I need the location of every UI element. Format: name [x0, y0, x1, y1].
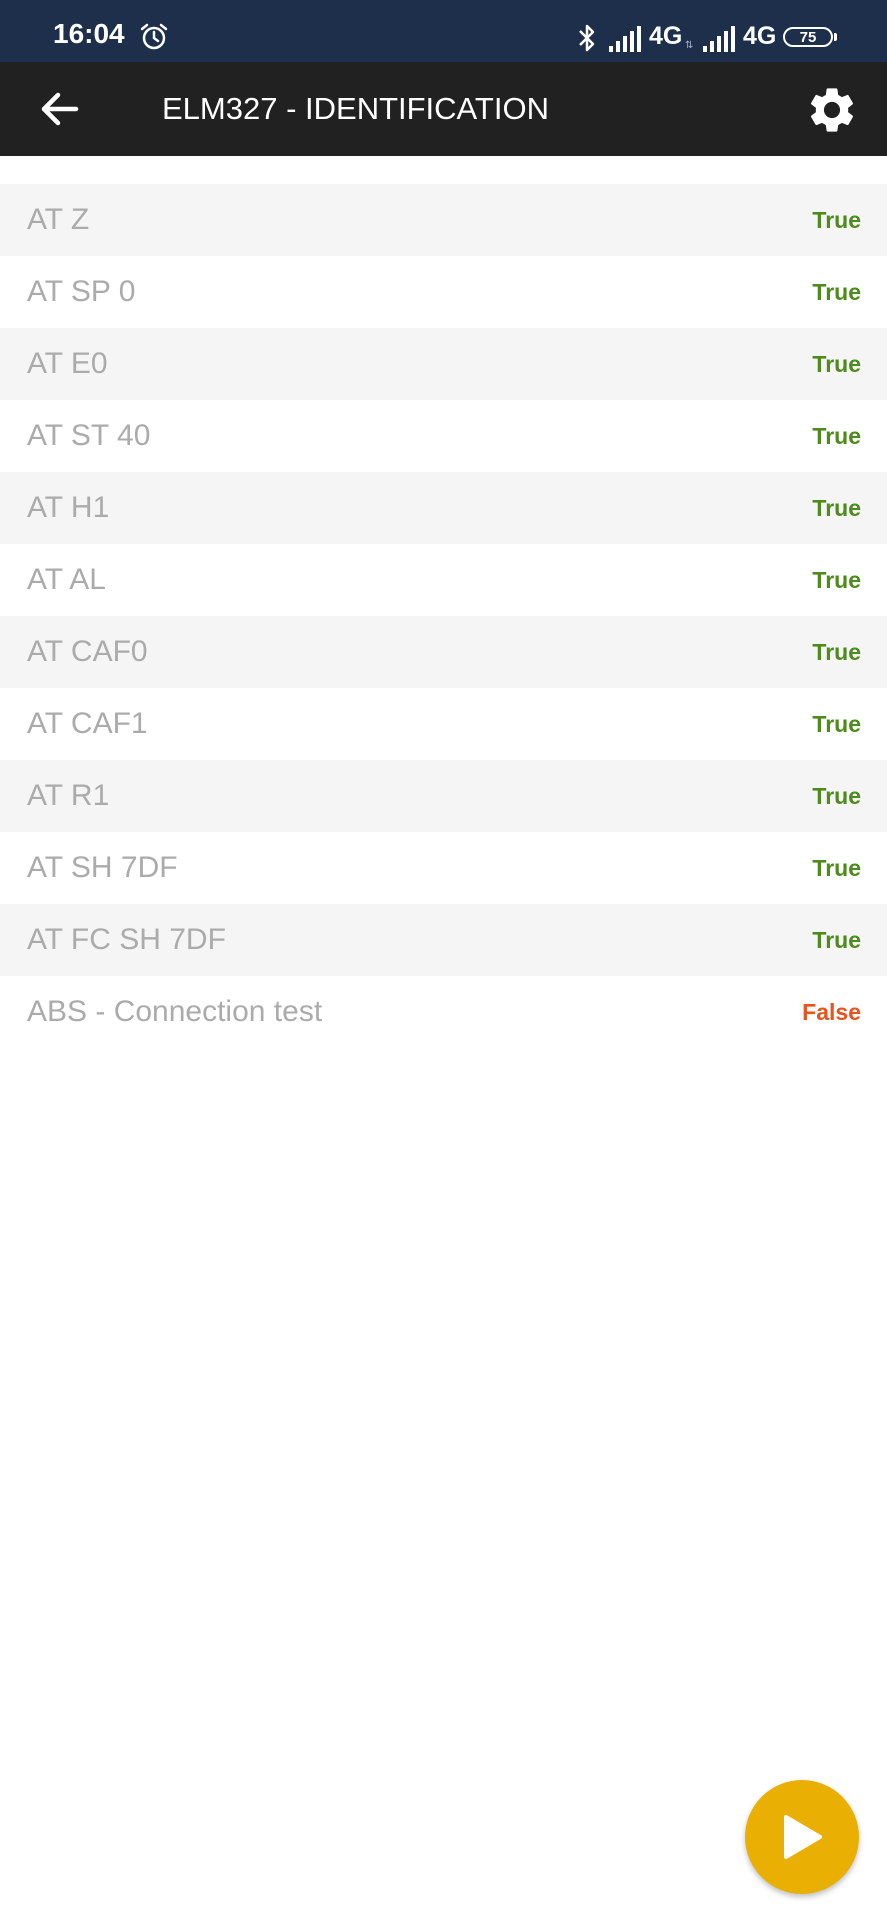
- result-label: True: [812, 855, 861, 881]
- command-label: AT E0: [27, 347, 108, 380]
- list-item: AT AL True: [0, 544, 887, 616]
- play-icon: [784, 1815, 822, 1859]
- signal-icon: [703, 26, 735, 52]
- command-label: AT SH 7DF: [27, 851, 178, 884]
- data-activity-indicator: ⇅: [685, 40, 694, 51]
- command-label: AT CAF0: [27, 635, 148, 668]
- result-label: True: [812, 783, 861, 809]
- command-label: AT ST 40: [27, 419, 151, 452]
- result-label: True: [812, 423, 861, 449]
- command-label: AT Z: [27, 203, 90, 236]
- command-label: AT H1: [27, 491, 110, 524]
- test-list: AT Z True AT SP 0 True AT E0 True AT ST …: [0, 184, 887, 1048]
- signal-icon: [609, 26, 641, 52]
- network-type-1: 4G: [649, 22, 683, 50]
- command-label: AT CAF1: [27, 707, 148, 740]
- result-label: True: [812, 495, 861, 521]
- battery-icon: 75: [783, 27, 833, 47]
- result-label: True: [812, 711, 861, 737]
- result-label: True: [812, 639, 861, 665]
- command-label: AT FC SH 7DF: [27, 923, 226, 956]
- battery-tip: [834, 33, 837, 41]
- list-item: AT FC SH 7DF True: [0, 904, 887, 976]
- result-label: False: [802, 999, 861, 1025]
- command-label: ABS - Connection test: [27, 995, 323, 1028]
- command-label: AT R1: [27, 779, 110, 812]
- list-item: AT Z True: [0, 184, 887, 256]
- result-label: True: [812, 567, 861, 593]
- list-item: AT H1 True: [0, 472, 887, 544]
- list-item: ABS - Connection test False: [0, 976, 887, 1048]
- settings-button[interactable]: [802, 80, 862, 140]
- list-item: AT E0 True: [0, 328, 887, 400]
- status-bar: 16:04 4G ⇅ 4G 75: [0, 0, 887, 62]
- list-item: AT R1 True: [0, 760, 887, 832]
- command-label: AT SP 0: [27, 275, 136, 308]
- result-label: True: [812, 927, 861, 953]
- status-time: 16:04: [53, 18, 125, 49]
- network-type-2: 4G: [743, 22, 777, 50]
- page-title: ELM327 - IDENTIFICATION: [162, 91, 549, 126]
- result-label: True: [812, 351, 861, 377]
- result-label: True: [812, 279, 861, 305]
- list-item: AT SP 0 True: [0, 256, 887, 328]
- app-bar: ELM327 - IDENTIFICATION: [0, 62, 887, 156]
- back-button[interactable]: [28, 76, 94, 142]
- start-test-button[interactable]: [745, 1780, 859, 1894]
- battery-level: 75: [799, 29, 817, 46]
- list-item: AT SH 7DF True: [0, 832, 887, 904]
- list-item: AT ST 40 True: [0, 400, 887, 472]
- result-label: True: [812, 207, 861, 233]
- bluetooth-icon: [579, 24, 595, 52]
- command-label: AT AL: [27, 563, 106, 596]
- gear-icon: [810, 88, 854, 132]
- list-item: AT CAF1 True: [0, 688, 887, 760]
- list-item: AT CAF0 True: [0, 616, 887, 688]
- alarm-icon: [140, 23, 168, 50]
- arrow-left-icon: [41, 92, 79, 126]
